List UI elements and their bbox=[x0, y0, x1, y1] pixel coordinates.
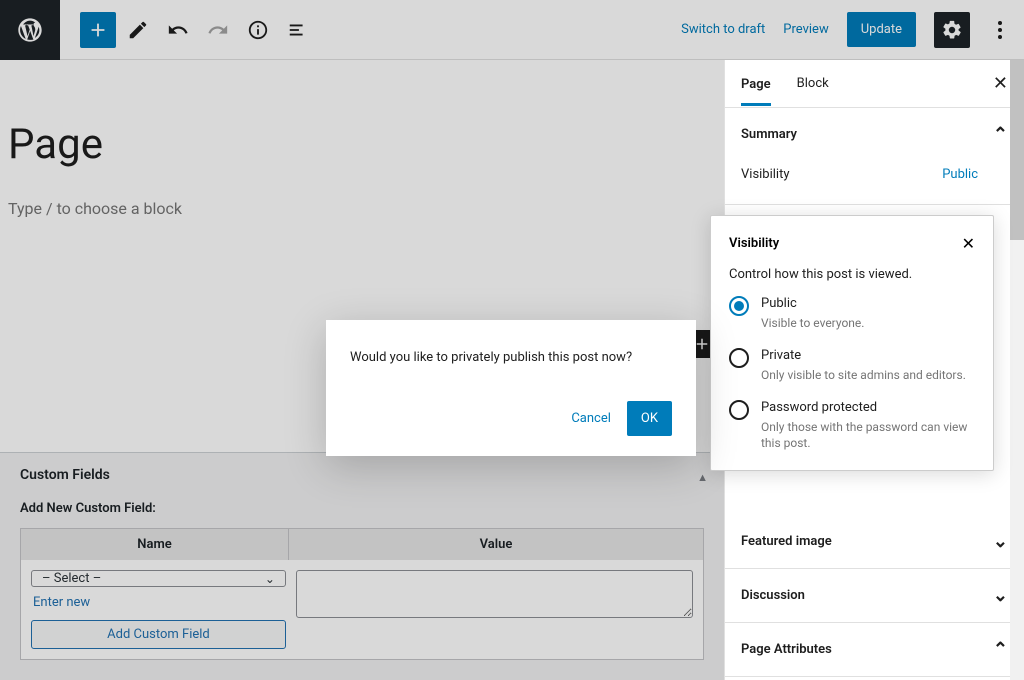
enter-new-link[interactable]: Enter new bbox=[33, 595, 286, 610]
panel-featured-image-header[interactable]: Featured image ⌄ bbox=[725, 515, 1024, 568]
visibility-option-password[interactable]: Password protected Only those with the p… bbox=[729, 400, 975, 453]
panel-summary-header[interactable]: Summary ⌃ bbox=[725, 108, 1024, 161]
custom-fields-panel: Custom Fields ▲ Add New Custom Field: Na… bbox=[0, 452, 724, 680]
close-sidebar-icon[interactable]: ✕ bbox=[993, 75, 1008, 93]
option-label: Password protected bbox=[761, 400, 975, 415]
undo-icon[interactable] bbox=[160, 12, 196, 48]
option-description: Visible to everyone. bbox=[761, 315, 864, 332]
panel-featured-image-title: Featured image bbox=[741, 534, 832, 549]
dialog-ok-button[interactable]: OK bbox=[627, 401, 672, 436]
preview-button[interactable]: Preview bbox=[783, 22, 828, 37]
visibility-popover: Visibility ✕ Control how this post is vi… bbox=[710, 215, 994, 471]
visibility-option-public[interactable]: Public Visible to everyone. bbox=[729, 296, 975, 332]
field-value-textarea[interactable] bbox=[296, 570, 693, 618]
dialog-cancel-button[interactable]: Cancel bbox=[571, 411, 611, 426]
visibility-label: Visibility bbox=[741, 167, 790, 182]
edit-icon[interactable] bbox=[120, 12, 156, 48]
wordpress-logo[interactable] bbox=[0, 0, 60, 60]
custom-fields-title: Custom Fields bbox=[20, 467, 110, 483]
close-popover-icon[interactable]: ✕ bbox=[962, 234, 975, 253]
add-block-button[interactable] bbox=[80, 12, 116, 48]
column-header-name: Name bbox=[21, 529, 289, 560]
update-button[interactable]: Update bbox=[847, 12, 916, 47]
option-description: Only those with the password can view th… bbox=[761, 419, 975, 453]
field-name-select[interactable]: – Select – ⌄ bbox=[31, 570, 286, 587]
switch-to-draft-button[interactable]: Switch to draft bbox=[681, 22, 765, 37]
radio-icon bbox=[729, 348, 749, 368]
editor-top-toolbar: Switch to draft Preview Update bbox=[0, 0, 1024, 60]
add-new-field-label: Add New Custom Field: bbox=[20, 501, 704, 516]
panel-discussion-title: Discussion bbox=[741, 588, 805, 603]
chevron-down-icon: ⌄ bbox=[265, 572, 275, 586]
option-label: Private bbox=[761, 348, 966, 363]
block-placeholder[interactable]: Type / to choose a block bbox=[0, 199, 724, 218]
panel-page-attributes-title: Page Attributes bbox=[741, 642, 832, 657]
more-options-icon[interactable] bbox=[988, 21, 1012, 39]
page-title[interactable]: Page bbox=[0, 120, 724, 169]
chevron-up-icon: ⌃ bbox=[993, 124, 1008, 145]
panel-page-attributes-header[interactable]: Page Attributes ⌃ bbox=[725, 623, 1024, 676]
info-icon[interactable] bbox=[240, 12, 276, 48]
option-label: Public bbox=[761, 296, 864, 311]
visibility-option-private[interactable]: Private Only visible to site admins and … bbox=[729, 348, 975, 384]
radio-icon bbox=[729, 296, 749, 316]
tab-page[interactable]: Page bbox=[741, 63, 771, 106]
radio-icon bbox=[729, 400, 749, 420]
column-header-value: Value bbox=[289, 529, 703, 560]
visibility-popover-title: Visibility bbox=[729, 236, 779, 251]
add-custom-field-button[interactable]: Add Custom Field bbox=[31, 620, 286, 649]
panel-collapse-caret-icon[interactable]: ▲ bbox=[697, 471, 708, 484]
option-description: Only visible to site admins and editors. bbox=[761, 367, 966, 384]
window-scrollbar[interactable] bbox=[1010, 60, 1024, 680]
chevron-down-icon: ⌄ bbox=[993, 585, 1008, 606]
settings-gear-icon[interactable] bbox=[934, 12, 970, 48]
confirm-private-publish-dialog: Would you like to privately publish this… bbox=[326, 320, 696, 456]
panel-summary-title: Summary bbox=[741, 127, 797, 142]
chevron-up-icon: ⌃ bbox=[993, 639, 1008, 660]
redo-icon bbox=[200, 12, 236, 48]
select-placeholder-text: – Select – bbox=[42, 571, 101, 586]
panel-discussion-header[interactable]: Discussion ⌄ bbox=[725, 569, 1024, 622]
dialog-message: Would you like to privately publish this… bbox=[350, 350, 672, 365]
visibility-value-link[interactable]: Public bbox=[942, 167, 1008, 182]
outline-icon[interactable] bbox=[280, 12, 316, 48]
visibility-popover-description: Control how this post is viewed. bbox=[729, 267, 975, 282]
tab-block[interactable]: Block bbox=[797, 62, 829, 105]
chevron-down-icon: ⌄ bbox=[993, 531, 1008, 552]
